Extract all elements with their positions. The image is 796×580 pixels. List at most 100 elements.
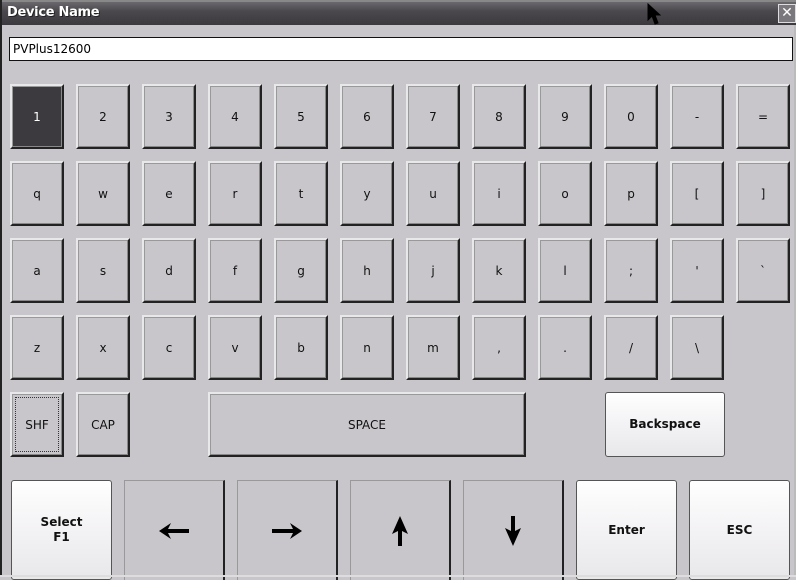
key-1-0[interactable]: q xyxy=(10,161,64,226)
select-f1-label: Select F1 xyxy=(41,515,83,545)
f1-label: F1 xyxy=(53,530,70,544)
key-label: 6 xyxy=(363,109,371,124)
key-label: w xyxy=(98,186,108,201)
key-label: h xyxy=(363,263,371,278)
key-1-4[interactable]: t xyxy=(274,161,328,226)
key-label: p xyxy=(627,186,635,201)
key-0-0[interactable]: 1 xyxy=(10,84,64,149)
esc-label: ESC xyxy=(726,522,753,537)
key-1-10[interactable]: [ xyxy=(670,161,724,226)
key-3-2[interactable]: c xyxy=(142,315,196,380)
arrow-up-icon xyxy=(392,515,408,546)
key-3-3[interactable]: v xyxy=(208,315,262,380)
mouse-cursor-icon xyxy=(647,3,661,25)
arrow-right-button[interactable] xyxy=(237,480,338,580)
key-2-2[interactable]: d xyxy=(142,238,196,303)
key-label: / xyxy=(628,340,634,355)
key-label: 4 xyxy=(231,109,239,124)
key-3-1[interactable]: x xyxy=(76,315,130,380)
key-2-3[interactable]: f xyxy=(208,238,262,303)
key-2-11[interactable]: ` xyxy=(736,238,790,303)
key-label: y xyxy=(363,186,371,201)
key-3-0[interactable]: z xyxy=(10,315,64,380)
key-0-10[interactable]: - xyxy=(670,84,724,149)
arrow-down-icon xyxy=(505,515,521,546)
key-2-0[interactable]: a xyxy=(10,238,64,303)
key-1-9[interactable]: p xyxy=(604,161,658,226)
key-3-6[interactable]: m xyxy=(406,315,460,380)
arrow-right-icon xyxy=(272,522,302,539)
key-0-11[interactable]: = xyxy=(736,84,790,149)
select-f1-button[interactable]: Select F1 xyxy=(11,480,112,580)
key-1-8[interactable]: o xyxy=(538,161,592,226)
space-key[interactable]: SPACE xyxy=(208,392,526,457)
key-label: 2 xyxy=(99,109,107,124)
key-1-6[interactable]: u xyxy=(406,161,460,226)
key-3-10[interactable]: \ xyxy=(670,315,724,380)
arrow-left-icon xyxy=(159,522,189,539)
device-name-dialog: Device Name ✕ 1 2 3 4 5 6 7 8 9 0 - = q w e r t y u i o p [] a s… xyxy=(0,0,796,580)
key-0-1[interactable]: 2 xyxy=(76,84,130,149)
key-label: g xyxy=(297,263,305,278)
key-label: l xyxy=(563,263,567,278)
key-0-5[interactable]: 6 xyxy=(340,84,394,149)
key-label: ] xyxy=(760,186,766,201)
key-label: q xyxy=(33,186,41,201)
caps-lock-key[interactable]: CAP xyxy=(76,392,130,457)
key-0-6[interactable]: 7 xyxy=(406,84,460,149)
arrow-left-button[interactable] xyxy=(124,480,225,580)
backspace-button[interactable]: Backspace xyxy=(605,392,725,457)
key-0-4[interactable]: 5 xyxy=(274,84,328,149)
key-label: . xyxy=(563,340,567,355)
key-3-4[interactable]: b xyxy=(274,315,328,380)
key-label: a xyxy=(33,263,41,278)
key-3-8[interactable]: . xyxy=(538,315,592,380)
key-2-10[interactable]: ' xyxy=(670,238,724,303)
close-icon: ✕ xyxy=(781,5,793,21)
key-label: - xyxy=(694,109,700,124)
backspace-label: Backspace xyxy=(629,417,701,431)
key-label: 5 xyxy=(297,109,305,124)
key-label: c xyxy=(165,340,173,355)
focus-ring xyxy=(15,397,59,452)
key-label: 1 xyxy=(33,109,41,124)
key-0-3[interactable]: 4 xyxy=(208,84,262,149)
key-1-5[interactable]: y xyxy=(340,161,394,226)
key-2-8[interactable]: l xyxy=(538,238,592,303)
caps-key-label: CAP xyxy=(91,417,115,432)
device-name-input[interactable] xyxy=(9,37,793,61)
key-3-9[interactable]: / xyxy=(604,315,658,380)
key-3-5[interactable]: n xyxy=(340,315,394,380)
key-1-2[interactable]: e xyxy=(142,161,196,226)
key-3-7[interactable]: , xyxy=(472,315,526,380)
key-0-8[interactable]: 9 xyxy=(538,84,592,149)
key-label: 0 xyxy=(627,109,635,124)
key-label: e xyxy=(165,186,173,201)
space-key-label: SPACE xyxy=(347,417,387,432)
key-1-3[interactable]: r xyxy=(208,161,262,226)
key-1-1[interactable]: w xyxy=(76,161,130,226)
enter-button[interactable]: Enter xyxy=(576,480,677,580)
key-label: u xyxy=(429,186,437,201)
key-2-9[interactable]: ; xyxy=(604,238,658,303)
close-button[interactable]: ✕ xyxy=(778,4,796,23)
arrow-up-button[interactable] xyxy=(350,480,451,580)
key-1-11[interactable]: ] xyxy=(736,161,790,226)
key-2-7[interactable]: k xyxy=(472,238,526,303)
key-0-9[interactable]: 0 xyxy=(604,84,658,149)
key-0-7[interactable]: 8 xyxy=(472,84,526,149)
key-label: [ xyxy=(694,186,700,201)
key-2-1[interactable]: s xyxy=(76,238,130,303)
key-2-4[interactable]: g xyxy=(274,238,328,303)
key-label: z xyxy=(33,340,41,355)
esc-button[interactable]: ESC xyxy=(689,480,790,580)
shift-key[interactable]: SHF xyxy=(10,392,64,457)
key-2-6[interactable]: j xyxy=(406,238,460,303)
key-2-5[interactable]: h xyxy=(340,238,394,303)
arrow-down-button[interactable] xyxy=(463,480,564,580)
key-1-7[interactable]: i xyxy=(472,161,526,226)
key-0-2[interactable]: 3 xyxy=(142,84,196,149)
key-label: x xyxy=(99,340,107,355)
key-label: r xyxy=(232,186,238,201)
key-label: 9 xyxy=(561,109,569,124)
